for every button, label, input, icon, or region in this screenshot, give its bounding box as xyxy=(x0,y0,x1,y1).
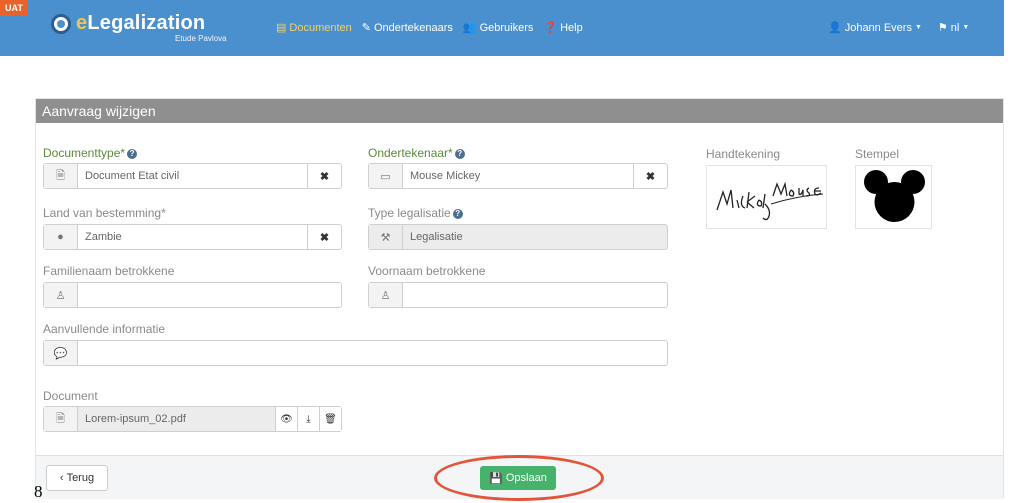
caret-down-icon: ▼ xyxy=(914,24,922,31)
first-name-label: Voornaam betrokkene xyxy=(368,264,486,278)
signer-select[interactable]: ▭ Mouse Mickey ✖ xyxy=(368,163,668,189)
stamp-label: Stempel xyxy=(855,147,900,161)
document-type-select[interactable]: 🗎 Document Etat civil ✖ xyxy=(43,163,342,189)
env-badge: UAT xyxy=(0,0,28,16)
trash-icon[interactable]: 🗑 xyxy=(319,407,341,431)
signature-label: Handtekening xyxy=(706,147,781,161)
signer-label: Ondertekenaar*? xyxy=(368,146,465,160)
clear-icon[interactable]: ✖ xyxy=(307,164,341,188)
user-icon: 👤 xyxy=(828,22,842,34)
stamp-image xyxy=(855,165,932,229)
nav-item-help[interactable]: ❓ Help xyxy=(543,21,582,35)
gavel-icon: ⚒ xyxy=(369,225,403,249)
signature-drawing xyxy=(716,181,824,221)
family-name-input[interactable]: ♙ xyxy=(43,282,342,308)
pencil-icon: ✎ xyxy=(361,22,371,34)
language-menu[interactable]: ⚑ nl ▼ xyxy=(937,21,970,35)
main-nav: ▤ Documenten ✎ Ondertekenaars 👥 Gebruike… xyxy=(276,21,583,35)
nav-item-documenten[interactable]: ▤ Documenten xyxy=(276,21,352,35)
mickey-stamp-drawing xyxy=(864,170,925,222)
first-name-input[interactable]: ♙ xyxy=(368,282,668,308)
help-icon[interactable]: ? xyxy=(127,148,138,159)
legalisation-type-field: ⚒ Legalisatie xyxy=(368,224,668,250)
nav-item-gebruikers[interactable]: 👥 Gebruikers xyxy=(462,21,534,35)
globe-pin-icon[interactable] xyxy=(51,14,71,34)
help-icon[interactable]: ? xyxy=(454,148,465,159)
chevron-left-icon: ‹ xyxy=(59,472,64,484)
brand-logo[interactable]: eLegalization xyxy=(76,12,205,35)
user-nav: 👤 Johann Evers ▼ ⚑ nl ▼ xyxy=(828,21,970,35)
document-field: 🗎 Lorem-ipsum_02.pdf 👁 ⤓ 🗑 xyxy=(43,406,342,432)
globe-icon: ● xyxy=(44,225,78,249)
extra-info-input[interactable]: 💬 xyxy=(43,340,668,366)
top-navbar: UAT eLegalization Etude Pavlova ▤ Docume… xyxy=(0,0,1004,56)
help-icon[interactable]: ? xyxy=(452,208,463,219)
comment-icon: 💬 xyxy=(44,341,78,365)
document-label: Document xyxy=(43,389,98,403)
view-icon[interactable]: 👁 xyxy=(275,407,297,431)
extra-info-label: Aanvullende informatie xyxy=(43,322,166,336)
user-icon: ♙ xyxy=(369,283,403,307)
back-button[interactable]: ‹ Terug xyxy=(46,465,108,491)
brand-subtitle: Etude Pavlova xyxy=(175,34,227,43)
pdf-file-icon: 🗎 xyxy=(44,407,78,431)
file-icon: 🗎 xyxy=(44,164,78,188)
user-icon: ♙ xyxy=(44,283,78,307)
destination-country-label: Land van bestemming* xyxy=(43,206,166,220)
highlight-ellipse xyxy=(434,455,604,501)
legalisation-type-label: Type legalisatie? xyxy=(368,206,463,220)
page-number: 8 xyxy=(34,482,43,501)
document-icon: ▤ xyxy=(276,22,287,34)
download-icon[interactable]: ⤓ xyxy=(297,407,319,431)
clear-icon[interactable]: ✖ xyxy=(633,164,667,188)
panel-title: Aanvraag wijzigen xyxy=(36,99,1003,123)
family-name-label: Familienaam betrokkene xyxy=(43,264,175,278)
users-icon: 👥 xyxy=(462,22,477,34)
document-type-label: Documenttype*? xyxy=(43,146,138,160)
user-menu[interactable]: 👤 Johann Evers ▼ xyxy=(828,21,922,35)
question-icon: ❓ xyxy=(543,22,558,34)
flag-icon: ⚑ xyxy=(937,22,948,34)
signature-image xyxy=(706,165,827,229)
caret-down-icon: ▼ xyxy=(962,24,970,31)
destination-country-select[interactable]: ● Zambie ✖ xyxy=(43,224,342,250)
clear-icon[interactable]: ✖ xyxy=(307,225,341,249)
id-card-icon: ▭ xyxy=(369,164,403,188)
nav-item-ondertekenaars[interactable]: ✎ Ondertekenaars xyxy=(361,21,453,35)
